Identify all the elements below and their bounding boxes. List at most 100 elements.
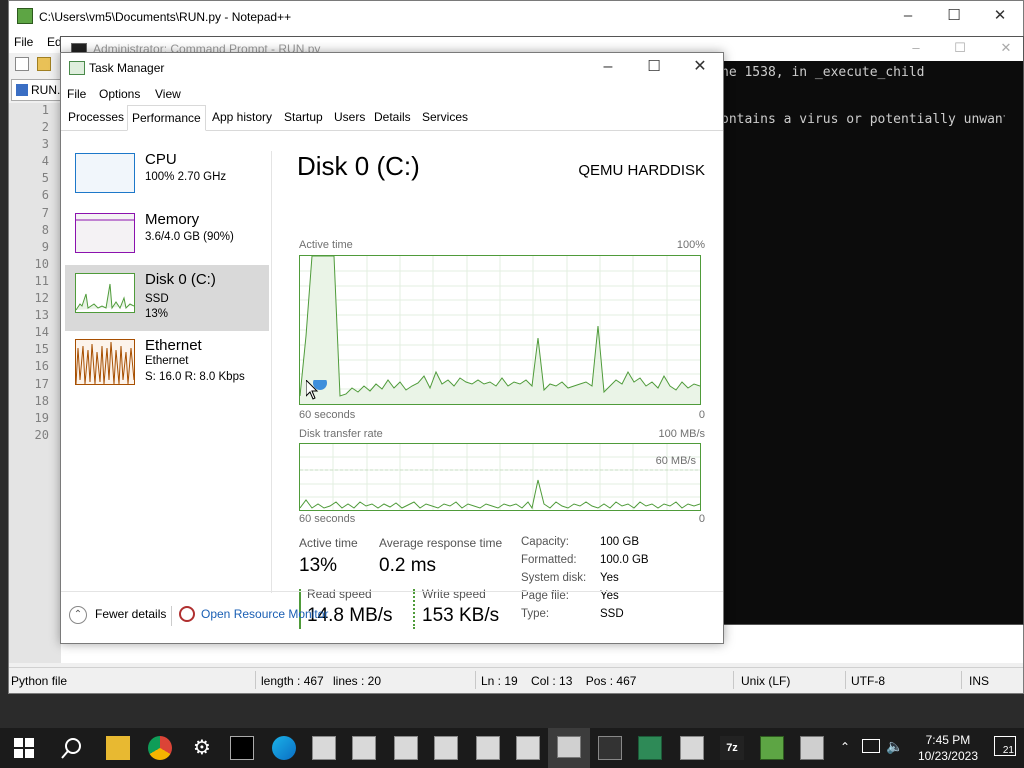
tab-startup[interactable]: Startup — [280, 105, 327, 131]
cmd-minimize-button[interactable]: – — [893, 33, 939, 65]
edge-icon[interactable] — [272, 736, 296, 760]
maximize-button[interactable]: ☐ — [931, 1, 977, 33]
resource-ethernet[interactable]: Ethernet Ethernet S: 16.0 R: 8.0 Kbps — [65, 331, 269, 397]
task-manager-window: Task Manager – ☐ ✕ File Options View Pro… — [60, 52, 724, 644]
graph1-label: Active time — [299, 239, 353, 251]
terminal-icon[interactable] — [230, 736, 254, 760]
line-number: 19 — [34, 410, 49, 425]
tm-maximize-button[interactable]: ☐ — [631, 52, 677, 84]
tab-performance[interactable]: Performance — [127, 105, 206, 131]
resource-cpu[interactable]: CPU 100% 2.70 GHz — [65, 145, 269, 211]
line-number: 10 — [34, 256, 49, 271]
tm-menu-view[interactable]: View — [155, 87, 181, 101]
notification-center-icon[interactable]: 21 — [994, 736, 1016, 756]
task-manager-taskbar-button[interactable] — [548, 728, 590, 768]
line-number: 8 — [41, 222, 49, 237]
search-icon[interactable] — [60, 736, 84, 760]
volume-icon[interactable]: 🔈 — [886, 738, 903, 755]
menu-file[interactable]: File — [14, 35, 33, 49]
chevron-up-icon[interactable]: ⌃ — [840, 740, 850, 754]
line-number: 14 — [34, 325, 49, 340]
7zip-icon[interactable]: 7z — [720, 736, 744, 760]
cmd-scrollbar[interactable] — [1005, 61, 1023, 624]
tab-processes[interactable]: Processes — [64, 105, 128, 131]
notepadpp-titlebar[interactable]: C:\Users\vm5\Documents\RUN.py - Notepad+… — [9, 1, 1023, 33]
graph1-time-label: 60 seconds — [299, 409, 356, 421]
fewer-details-link[interactable]: Fewer details — [95, 607, 166, 621]
resource-name: Disk 0 (C:) — [145, 271, 216, 288]
tm-title: Task Manager — [89, 61, 165, 75]
line-number: 18 — [34, 393, 49, 408]
save-icon — [16, 84, 28, 96]
memory-thumbnail — [75, 213, 135, 253]
status-file-type: Python file — [11, 674, 68, 688]
resource-detail: 100% 2.70 GHz — [145, 171, 227, 183]
panel-divider — [271, 151, 272, 593]
open-resource-monitor-link[interactable]: Open Resource Monitor — [201, 607, 328, 621]
cmd-maximize-button[interactable]: ☐ — [937, 33, 983, 65]
resource-disk[interactable]: Disk 0 (C:) SSD 13% — [65, 265, 269, 331]
resource-name: CPU — [145, 151, 177, 168]
tm-close-button[interactable]: ✕ — [677, 52, 723, 84]
line-number: 13 — [34, 308, 49, 323]
resource-detail: 3.6/4.0 GB (90%) — [145, 231, 234, 243]
tab-services[interactable]: Services — [418, 105, 472, 131]
cpu-thumbnail — [75, 153, 135, 193]
network-app-icon[interactable] — [312, 736, 336, 760]
resource-detail: SSD — [145, 293, 169, 305]
tm-titlebar[interactable]: Task Manager – ☐ ✕ — [61, 53, 723, 83]
tm-footer: ⌃ Fewer details Open Resource Monitor — [61, 591, 723, 643]
tab-app-history[interactable]: App history — [208, 105, 276, 131]
tab-label: RUN. — [31, 83, 61, 97]
tm-menu-file[interactable]: File — [67, 87, 86, 101]
chrome-icon[interactable] — [148, 736, 172, 760]
line-number: 16 — [34, 359, 49, 374]
chevron-up-icon[interactable]: ⌃ — [69, 606, 87, 624]
graph2-label: Disk transfer rate — [299, 428, 383, 440]
network-app-icon[interactable] — [476, 736, 500, 760]
settings-gear-icon[interactable]: ⚙ — [190, 736, 214, 760]
clock-time: 7:45 PM — [925, 733, 971, 747]
tm-minimize-button[interactable]: – — [585, 52, 631, 84]
windows-start-icon[interactable] — [12, 736, 36, 760]
status-position: Ln : 19 Col : 13 Pos : 467 — [481, 674, 637, 688]
notepadpp-tab[interactable]: RUN. — [11, 79, 66, 101]
tools-icon[interactable] — [598, 736, 622, 760]
resource-memory[interactable]: Memory 3.6/4.0 GB (90%) — [65, 205, 269, 271]
tm-menu-options[interactable]: Options — [99, 87, 140, 101]
close-button[interactable]: ✕ — [977, 1, 1023, 33]
tab-details[interactable]: Details — [370, 105, 415, 131]
status-encoding: UTF-8 — [851, 674, 885, 688]
notepadpp-statusbar: Python file length : 467 lines : 20 Ln :… — [9, 667, 1023, 693]
mouse-cursor-icon — [305, 376, 328, 405]
file-explorer-icon[interactable] — [106, 736, 130, 760]
active-time-value: 13% — [299, 555, 338, 576]
network-app-icon[interactable] — [434, 736, 458, 760]
line-number: 2 — [41, 120, 49, 135]
graph1-max: 100% — [676, 239, 705, 251]
minimize-button[interactable]: – — [885, 1, 931, 33]
line-number: 6 — [41, 188, 49, 203]
installer-icon[interactable] — [680, 736, 704, 760]
prop-value: 100 GB — [600, 536, 639, 548]
transfer-rate-graph: 60 MB/s — [299, 443, 701, 511]
new-file-icon[interactable] — [15, 57, 29, 71]
tab-users[interactable]: Users — [330, 105, 369, 131]
notepadpp-taskbar-icon[interactable] — [760, 736, 784, 760]
line-number: 1 — [41, 103, 49, 117]
system-clock[interactable]: 7:45 PM 10/23/2023 — [918, 732, 978, 764]
network-app-icon[interactable] — [352, 736, 376, 760]
prop-label: Formatted: — [521, 554, 577, 566]
network-icon[interactable] — [862, 739, 880, 753]
network-app-icon[interactable] — [394, 736, 418, 760]
prop-label: System disk: — [521, 572, 587, 584]
cmd-output-line: ne 1538, in _execute_child — [721, 65, 925, 80]
notification-count: 21 — [1002, 745, 1014, 756]
line-number: 12 — [34, 291, 49, 306]
prop-value: Yes — [600, 572, 619, 584]
document-viewer-icon[interactable] — [638, 736, 662, 760]
open-folder-icon[interactable] — [37, 57, 51, 71]
disk-detail-pane: Disk 0 (C:) QEMU HARDDISK Active time 10… — [297, 131, 705, 629]
network-app-icon[interactable] — [516, 736, 540, 760]
app-icon[interactable] — [800, 736, 824, 760]
